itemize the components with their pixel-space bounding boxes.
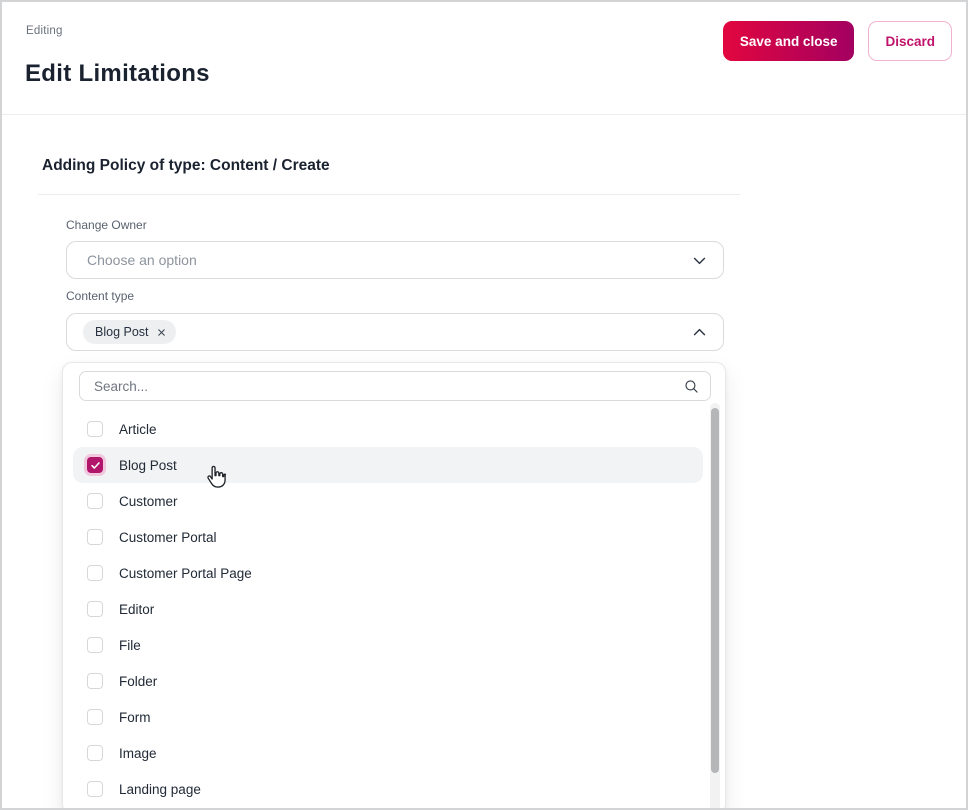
change-owner-select[interactable]: Choose an option — [66, 241, 724, 279]
checkbox[interactable] — [87, 529, 103, 545]
option-label: Customer — [119, 493, 178, 509]
section-divider — [38, 194, 740, 195]
save-and-close-button[interactable]: Save and close — [722, 21, 855, 61]
option-label: Blog Post — [119, 457, 177, 473]
content-type-label: Content type — [66, 289, 135, 303]
search-icon — [683, 378, 700, 395]
option-row-customer[interactable]: Customer — [73, 483, 703, 519]
option-label: Customer Portal Page — [119, 565, 252, 581]
scrollbar-thumb[interactable] — [711, 408, 719, 773]
checkbox[interactable] — [87, 673, 103, 689]
header-actions: Save and close Discard — [722, 21, 952, 61]
option-label: Landing page — [119, 781, 201, 797]
scrollbar-track[interactable] — [710, 403, 720, 808]
content-type-select[interactable]: Blog Post — [66, 313, 724, 351]
option-label: Folder — [119, 673, 158, 689]
option-row-folder[interactable]: Folder — [73, 663, 703, 699]
checkbox[interactable] — [87, 601, 103, 617]
option-row-customer-portal[interactable]: Customer Portal — [73, 519, 703, 555]
option-label: Form — [119, 709, 151, 725]
option-row-article[interactable]: Article — [73, 411, 703, 447]
section-title: Adding Policy of type: Content / Create — [42, 157, 330, 174]
option-row-file[interactable]: File — [73, 627, 703, 663]
page-title: Edit Limitations — [25, 60, 210, 87]
page-header: Editing Edit Limitations Save and close … — [2, 2, 966, 115]
edit-limitations-page: Editing Edit Limitations Save and close … — [0, 0, 968, 810]
chevron-up-icon — [690, 323, 708, 341]
checkbox[interactable] — [87, 421, 103, 437]
option-row-blog-post[interactable]: Blog Post — [73, 447, 703, 483]
discard-button[interactable]: Discard — [868, 21, 952, 61]
change-owner-placeholder: Choose an option — [87, 252, 197, 268]
breadcrumb: Editing — [26, 25, 63, 37]
option-row-editor[interactable]: Editor — [73, 591, 703, 627]
selected-chip-blog-post[interactable]: Blog Post — [83, 320, 176, 344]
option-row-image[interactable]: Image — [73, 735, 703, 771]
checkbox[interactable] — [87, 781, 103, 797]
chevron-down-icon — [690, 251, 708, 269]
change-owner-label: Change Owner — [66, 218, 147, 232]
checkbox[interactable] — [87, 565, 103, 581]
checkbox[interactable] — [87, 745, 103, 761]
content-type-dropdown: Article Blog Post Customer Customer Po — [62, 362, 726, 808]
checkbox[interactable] — [87, 493, 103, 509]
checkbox[interactable] — [87, 637, 103, 653]
chip-label: Blog Post — [95, 325, 149, 339]
option-row-landing-page[interactable]: Landing page — [73, 771, 703, 807]
option-row-form[interactable]: Form — [73, 699, 703, 735]
option-label: Article — [119, 421, 157, 437]
chip-remove-icon[interactable] — [156, 327, 167, 338]
option-list: Article Blog Post Customer Customer Port… — [63, 411, 711, 807]
option-label: File — [119, 637, 141, 653]
search-input[interactable] — [92, 377, 683, 395]
checkbox[interactable] — [87, 709, 103, 725]
option-label: Customer Portal — [119, 529, 217, 545]
option-row-customer-portal-page[interactable]: Customer Portal Page — [73, 555, 703, 591]
option-label: Editor — [119, 601, 155, 617]
search-field[interactable] — [79, 371, 711, 401]
option-label: Image — [119, 745, 157, 761]
checkbox[interactable] — [87, 457, 103, 473]
